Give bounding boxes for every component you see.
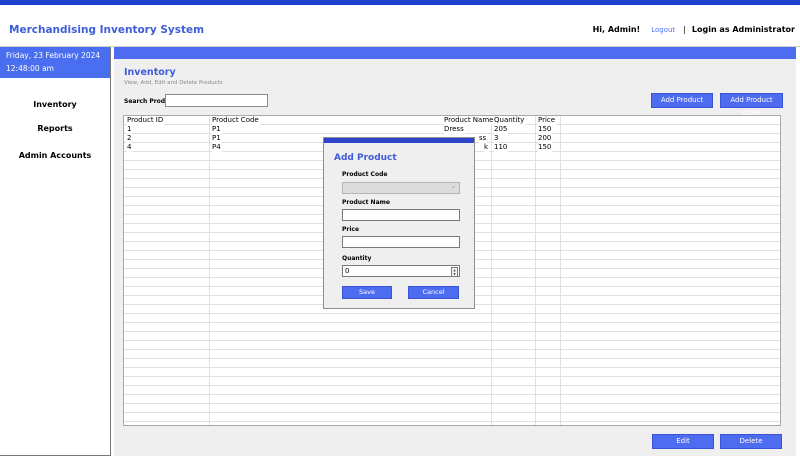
table-cell[interactable]: P1	[212, 134, 222, 143]
page-title: Inventory	[124, 67, 176, 78]
cancel-button[interactable]: Cancel	[408, 286, 459, 299]
search-input[interactable]	[165, 94, 268, 107]
current-time: 12:48:00 am	[6, 64, 54, 73]
current-date: Friday, 23 February 2024	[6, 51, 101, 60]
column-header-product-id[interactable]: Product ID	[127, 116, 165, 125]
table-cell[interactable]: 150	[538, 143, 553, 152]
table-cell[interactable]: 4	[127, 143, 133, 152]
save-button[interactable]: Save	[342, 286, 392, 299]
product-code-label: Product Code	[342, 171, 388, 178]
page-subtitle: View, Add, Edit and Delete Products	[124, 80, 223, 86]
header-separator: |	[683, 25, 686, 34]
table-cell[interactable]: ss	[479, 134, 488, 143]
sidebar-item-admin-accounts[interactable]: Admin Accounts	[0, 151, 110, 160]
add-product-button[interactable]: Add Product	[651, 93, 713, 108]
chevron-down-icon: ⌄	[450, 183, 456, 190]
dialog-title: Add Product	[334, 153, 397, 163]
table-cell[interactable]: 150	[538, 125, 553, 134]
table-cell[interactable]: 110	[494, 143, 509, 152]
table-cell[interactable]: 1	[127, 125, 133, 134]
table-cell[interactable]: P4	[212, 143, 222, 152]
app-title: Merchandising Inventory System	[9, 24, 205, 36]
product-name-label: Product Name	[342, 199, 390, 206]
app-header: Merchandising Inventory System Hi, Admin…	[0, 5, 800, 47]
add-product-code-button[interactable]: Add Product Code	[720, 93, 783, 117]
sidebar-item-inventory[interactable]: Inventory	[0, 100, 110, 109]
greeting: Hi, Admin!	[592, 25, 641, 34]
table-cell[interactable]: 200	[538, 134, 553, 143]
column-divider	[491, 116, 492, 425]
column-header-product-code[interactable]: Product Code	[212, 116, 260, 125]
column-divider	[535, 116, 536, 425]
dialog-accent-bar	[324, 138, 474, 143]
edit-button[interactable]: Edit	[652, 434, 714, 449]
delete-button[interactable]: Delete	[720, 434, 782, 449]
column-header-quantity[interactable]: Quantity	[494, 116, 526, 125]
product-name-input[interactable]	[342, 209, 460, 221]
column-header-price[interactable]: Price	[538, 116, 557, 125]
logout-link[interactable]: Logout	[651, 26, 675, 34]
user-area: Hi, Admin! Logout | Login as Administrat…	[593, 25, 795, 34]
price-input[interactable]	[342, 236, 460, 248]
table-cell[interactable]: P1	[212, 125, 222, 134]
column-divider	[560, 116, 561, 425]
table-cell[interactable]: Dress	[444, 125, 465, 134]
table-cell[interactable]: 2	[127, 134, 133, 143]
add-product-dialog: Add Product Product Code ⌄ Product Name …	[323, 137, 475, 309]
quantity-stepper[interactable]: 0 ▲ ▼	[342, 265, 460, 277]
price-label: Price	[342, 226, 360, 233]
column-divider	[209, 116, 210, 425]
table-cell[interactable]: k	[484, 143, 490, 152]
product-code-select[interactable]: ⌄	[342, 182, 460, 194]
login-role: Login as Administrator	[691, 25, 795, 34]
column-header-product-name[interactable]: Product Name	[444, 116, 495, 125]
datetime-panel: Friday, 23 February 2024 12:48:00 am	[0, 47, 110, 78]
main-accent-bar	[114, 47, 796, 59]
quantity-value: 0	[345, 267, 350, 275]
sidebar: Friday, 23 February 2024 12:48:00 am Inv…	[0, 47, 111, 456]
table-cell[interactable]: 205	[494, 125, 509, 134]
quantity-label: Quantity	[342, 255, 372, 262]
sidebar-item-reports[interactable]: Reports	[0, 124, 110, 133]
spinner-arrows-icon[interactable]: ▲ ▼	[451, 267, 458, 277]
table-cell[interactable]: 3	[494, 134, 500, 143]
